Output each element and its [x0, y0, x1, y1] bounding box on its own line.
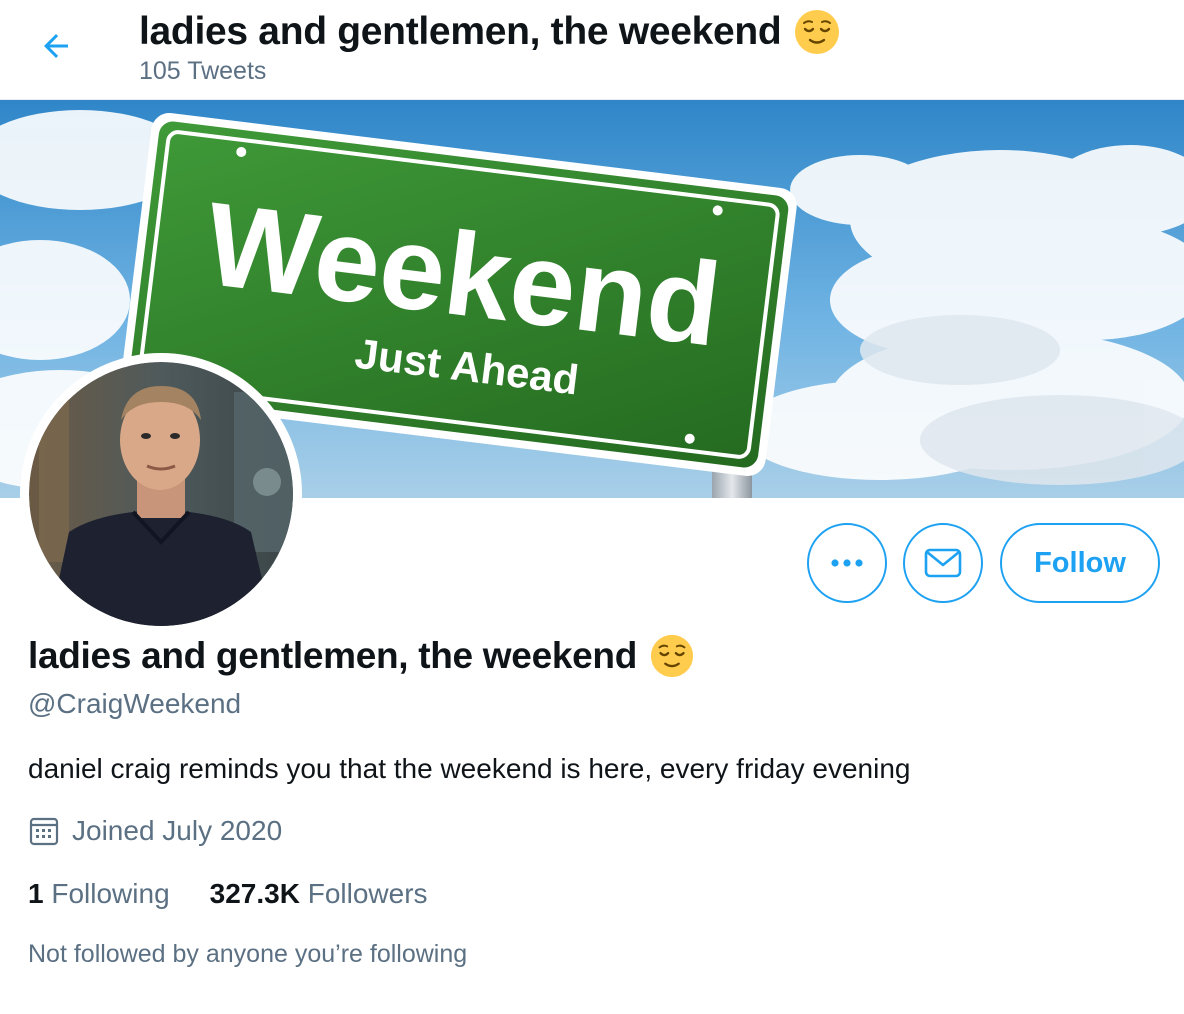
header-title: ladies and gentlemen, the weekend [139, 8, 841, 56]
avatar-image [29, 362, 293, 626]
user-handle: @CraigWeekend [28, 688, 242, 719]
more-options-button[interactable] [807, 523, 887, 603]
following-label: Following [51, 878, 170, 909]
followers-label: Followers [307, 878, 428, 909]
relieved-face-emoji [650, 634, 694, 678]
follow-button[interactable]: Follow [1000, 523, 1160, 603]
profile-header: ladies and gentlemen, the weekend 105 Tw… [0, 0, 1184, 100]
avatar[interactable] [20, 353, 302, 635]
not-followed-note: Not followed by anyone you’re following [28, 940, 468, 968]
following-count: 1 [28, 878, 44, 909]
user-bio: daniel craig reminds you that the weeken… [28, 753, 911, 784]
followers-count: 327.3K [209, 878, 300, 909]
follow-stats: 1 Following 327.3K Followers [28, 878, 428, 910]
followers-link[interactable]: 327.3K Followers [210, 878, 428, 910]
joined-date: Joined July 2020 [28, 815, 282, 847]
calendar-icon [29, 817, 59, 846]
header-title-text: ladies and gentlemen, the weekend [139, 10, 782, 53]
following-link[interactable]: 1 Following [28, 878, 170, 910]
display-name-text: ladies and gentlemen, the weekend [28, 635, 638, 676]
joined-text: Joined July 2020 [72, 815, 283, 846]
relieved-face-emoji [795, 10, 840, 54]
back-button[interactable] [30, 24, 82, 68]
more-dots-icon [831, 559, 863, 567]
arrow-left-icon [44, 34, 68, 58]
tweet-count: 105 Tweets [139, 57, 267, 85]
envelope-icon [924, 548, 962, 578]
message-button[interactable] [903, 523, 983, 603]
display-name: ladies and gentlemen, the weekend [28, 633, 695, 679]
